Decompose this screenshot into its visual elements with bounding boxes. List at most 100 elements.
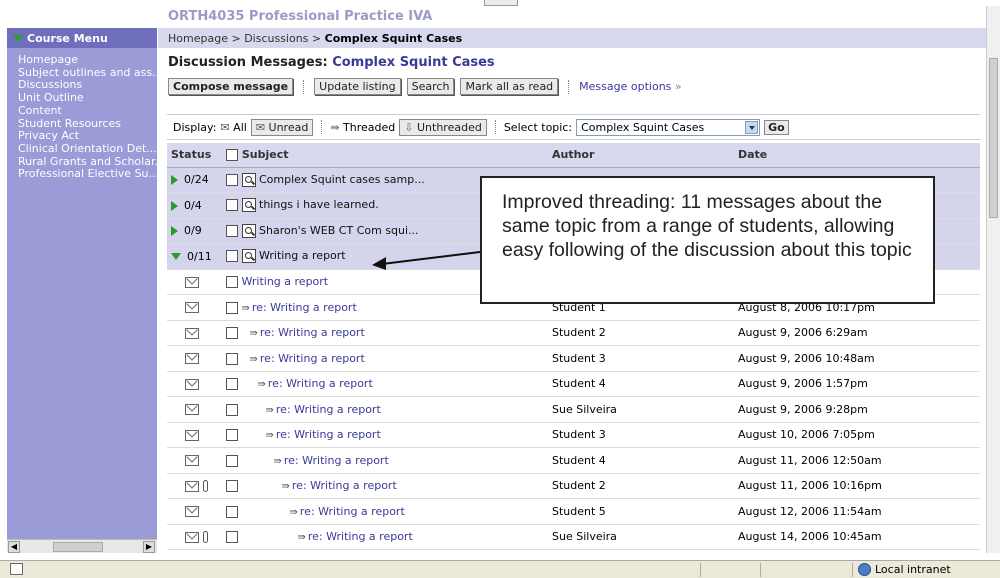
column-header-author[interactable]: Author xyxy=(548,143,734,168)
row-checkbox[interactable] xyxy=(226,327,238,340)
breadcrumb-discussions[interactable]: Discussions xyxy=(244,32,308,45)
go-button[interactable]: Go xyxy=(764,119,789,135)
message-row[interactable]: ⇛ re: Writing a report Student 4 August 9… xyxy=(167,371,980,397)
message-subject[interactable]: re: Writing a report xyxy=(284,454,389,467)
sidebar-horizontal-scrollbar[interactable]: ◀ ▶ xyxy=(7,539,157,553)
message-subject[interactable]: re: Writing a report xyxy=(292,479,397,492)
message-subject[interactable]: re: Writing a report xyxy=(308,530,413,543)
row-checkbox[interactable] xyxy=(226,276,238,289)
sidebar-item-content[interactable]: Content xyxy=(18,105,157,118)
update-listing-button[interactable]: Update listing xyxy=(314,78,401,95)
sidebar-item-unit-outline[interactable]: Unit Outline xyxy=(18,92,157,105)
row-checkbox[interactable] xyxy=(226,505,238,518)
course-title-bar: ORTH4035 Professional Practice IVA xyxy=(158,6,986,28)
message-row[interactable]: ⇛ re: Writing a report Student 4 August 1… xyxy=(167,447,980,474)
message-subject[interactable]: re: Writing a report xyxy=(260,326,365,339)
sidebar-item-subject-outlines[interactable]: Subject outlines and ass... xyxy=(18,67,157,80)
magnifier-icon[interactable] xyxy=(242,198,256,213)
breadcrumb-separator: > xyxy=(311,32,322,45)
message-subject[interactable]: re: Writing a report xyxy=(276,403,381,416)
dropdown-arrow-icon[interactable] xyxy=(745,120,759,134)
message-row[interactable]: ⇛ re: Writing a report Sue Silveira Augus… xyxy=(167,396,980,423)
row-checkbox[interactable] xyxy=(226,429,238,442)
chevron-down-icon: » xyxy=(674,80,682,93)
thread-subject[interactable]: things i have learned. xyxy=(259,198,379,211)
course-title: ORTH4035 Professional Practice IVA xyxy=(168,9,433,24)
compose-message-button[interactable]: Compose message xyxy=(168,78,294,95)
row-checkbox[interactable] xyxy=(226,531,238,544)
course-menu-list: Homepage Subject outlines and ass... Dis… xyxy=(7,48,157,181)
message-subject[interactable]: re: Writing a report xyxy=(300,505,405,518)
display-unread-label: Unread xyxy=(268,120,309,134)
column-header-status[interactable]: Status xyxy=(167,143,222,168)
mark-all-read-button[interactable]: Mark all as read xyxy=(460,78,559,95)
message-row[interactable]: ⇛ re: Writing a report Student 2 August 1… xyxy=(167,473,980,499)
row-checkbox[interactable] xyxy=(226,454,238,467)
sidebar-item-student-resources[interactable]: Student Resources xyxy=(18,118,157,131)
message-subject[interactable]: Writing a report xyxy=(242,275,329,288)
sidebar-item-homepage[interactable]: Homepage xyxy=(18,54,157,67)
magnifier-icon[interactable] xyxy=(242,249,256,264)
message-author: Student 2 xyxy=(548,473,734,499)
message-subject[interactable]: re: Writing a report xyxy=(252,301,357,314)
row-checkbox[interactable] xyxy=(226,250,238,263)
topic-select[interactable]: Complex Squint Cases xyxy=(576,118,761,136)
message-subject[interactable]: re: Writing a report xyxy=(260,352,365,365)
message-row[interactable]: ⇛ re: Writing a report Student 3 August 9… xyxy=(167,345,980,372)
message-row[interactable]: ⇛ re: Writing a report Student 2 August 9… xyxy=(167,320,980,346)
sidebar-item-privacy-act[interactable]: Privacy Act xyxy=(18,130,157,143)
row-checkbox[interactable] xyxy=(226,301,238,314)
row-checkbox[interactable] xyxy=(226,403,238,416)
display-label: Display: xyxy=(173,120,217,134)
row-checkbox[interactable] xyxy=(226,352,238,365)
sidebar-item-clinical-orientation[interactable]: Clinical Orientation Det... xyxy=(18,143,157,156)
collapse-thread-icon[interactable] xyxy=(171,253,181,261)
page-vertical-scrollbar[interactable] xyxy=(986,6,1000,553)
column-header-date[interactable]: Date xyxy=(734,143,980,168)
message-date: August 9, 2006 9:28pm xyxy=(734,396,980,423)
reply-arrow-icon: ⇛ xyxy=(249,328,258,340)
reply-arrow-icon: ⇛ xyxy=(249,353,258,365)
row-checkbox[interactable] xyxy=(226,480,238,493)
message-author: Student 4 xyxy=(548,371,734,397)
message-options-link[interactable]: Message options » xyxy=(579,80,681,93)
display-unread-button[interactable]: ✉ Unread xyxy=(250,118,314,136)
scroll-left-icon[interactable]: ◀ xyxy=(8,541,20,553)
expand-thread-icon[interactable] xyxy=(171,226,178,237)
message-row[interactable]: ⇛ re: Writing a report Student 5 August 1… xyxy=(167,498,980,525)
row-checkbox[interactable] xyxy=(226,199,238,212)
sidebar-item-professional-elective[interactable]: Professional Elective Su... xyxy=(18,168,157,181)
message-row[interactable]: ⇛ re: Writing a report Student 3 August 1… xyxy=(167,422,980,448)
row-checkbox[interactable] xyxy=(226,173,238,186)
page-scroll-thumb[interactable] xyxy=(989,58,998,218)
threaded-option[interactable]: ⇛ Threaded xyxy=(330,121,395,134)
course-menu-header[interactable]: Course Menu xyxy=(7,28,157,48)
select-all-checkbox[interactable] xyxy=(226,149,238,162)
thread-subject[interactable]: Complex Squint cases samp... xyxy=(259,173,425,186)
column-header-subject[interactable]: Subject xyxy=(222,143,548,168)
search-button[interactable]: Search xyxy=(406,78,455,95)
topic-select-value: Complex Squint Cases xyxy=(581,120,705,134)
thread-subject[interactable]: Writing a report xyxy=(259,249,346,262)
course-menu-sidebar: Course Menu Homepage Subject outlines an… xyxy=(7,28,157,551)
magnifier-icon[interactable] xyxy=(242,172,256,187)
breadcrumb-separator: > xyxy=(231,32,241,45)
sidebar-scroll-thumb[interactable] xyxy=(53,542,103,552)
thread-subject[interactable]: Sharon's WEB CT Com squi... xyxy=(259,224,419,237)
message-subject[interactable]: re: Writing a report xyxy=(276,428,381,441)
scroll-right-icon[interactable]: ▶ xyxy=(143,541,155,553)
row-checkbox[interactable] xyxy=(226,378,238,391)
sidebar-item-discussions[interactable]: Discussions xyxy=(18,79,157,92)
unthreaded-button[interactable]: ⇩ Unthreaded xyxy=(399,118,487,136)
expand-thread-icon[interactable] xyxy=(171,175,178,186)
breadcrumb-homepage[interactable]: Homepage xyxy=(168,32,228,45)
course-menu-title: Course Menu xyxy=(27,31,108,45)
row-checkbox[interactable] xyxy=(226,224,238,237)
magnifier-icon[interactable] xyxy=(242,223,256,238)
display-all-option[interactable]: ✉ All xyxy=(220,121,246,134)
sidebar-item-rural-grants[interactable]: Rural Grants and Scholar... xyxy=(18,156,157,169)
message-row[interactable]: ⇛ re: Writing a report Sue Silveira Augus… xyxy=(167,524,980,550)
reply-arrow-icon: ⇛ xyxy=(273,455,282,467)
expand-thread-icon[interactable] xyxy=(171,200,178,211)
message-subject[interactable]: re: Writing a report xyxy=(268,377,373,390)
